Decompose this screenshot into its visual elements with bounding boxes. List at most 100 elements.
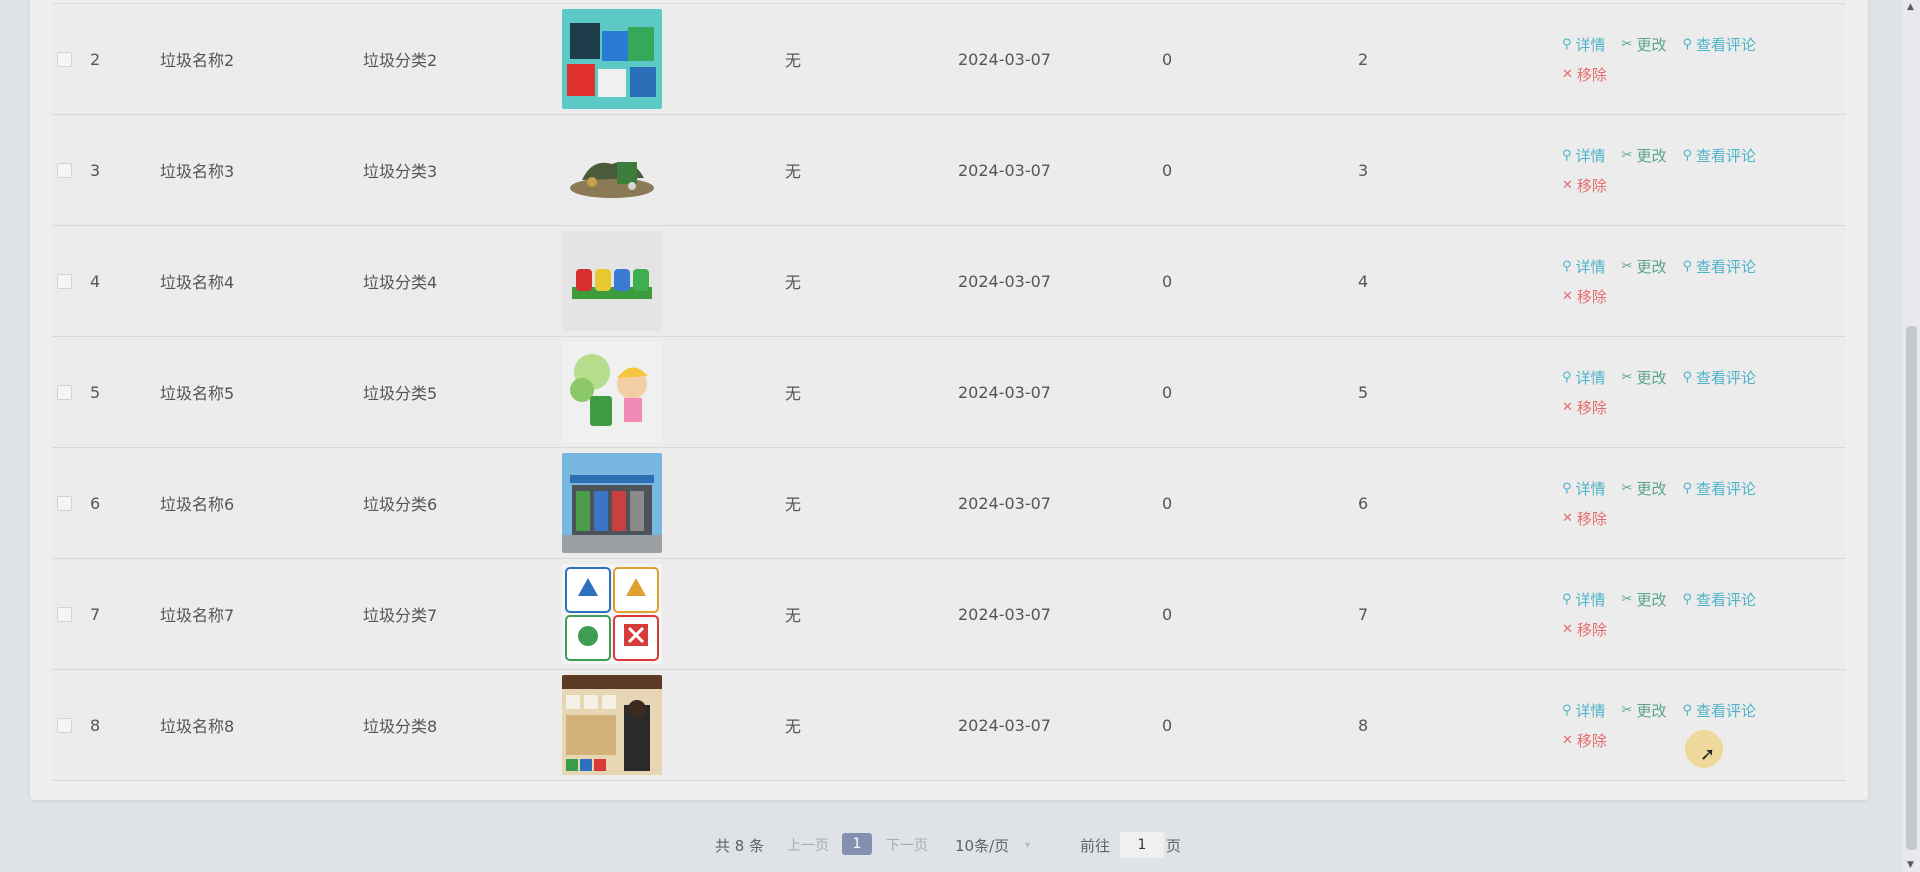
- row-remark: 无: [785, 51, 802, 70]
- edit-button[interactable]: ✂ 更改: [1622, 145, 1667, 166]
- comments-label: 查看评论: [1696, 368, 1757, 387]
- tools-icon: ✂: [1621, 369, 1633, 385]
- table-row: 8 垃圾名称8 垃圾分类8 无 2024-03-07 0 8 ⚲ 详情 ✂ 更改 ⚲…: [52, 670, 1846, 781]
- comments-label: 查看评论: [1696, 257, 1757, 276]
- row-checkbox-cell: [52, 448, 76, 558]
- search-icon: ⚲: [1682, 147, 1692, 163]
- view-comments-button[interactable]: ⚲ 查看评论: [1682, 589, 1756, 610]
- row-category: 垃圾分类5: [363, 384, 438, 403]
- vertical-scrollbar[interactable]: ▲ ▼: [1903, 0, 1920, 872]
- edit-button[interactable]: ✂ 更改: [1622, 34, 1667, 55]
- row-thumbnail[interactable]: [562, 9, 662, 109]
- mouse-pointer-icon: ➚: [1700, 744, 1716, 765]
- edit-button[interactable]: ✂ 更改: [1622, 589, 1667, 610]
- row-checkbox[interactable]: [56, 273, 72, 289]
- remove-button[interactable]: ✕ 移除: [1562, 730, 1607, 751]
- row-checkbox[interactable]: [56, 162, 72, 178]
- scroll-thumb[interactable]: [1906, 326, 1917, 850]
- detail-button[interactable]: ⚲ 详情: [1562, 700, 1606, 721]
- chevron-down-icon[interactable]: ▾: [1025, 840, 1030, 851]
- edit-button[interactable]: ✂ 更改: [1622, 367, 1667, 388]
- row-thumbnail[interactable]: [562, 675, 662, 775]
- search-icon: ⚲: [1562, 369, 1572, 385]
- remove-button[interactable]: ✕ 移除: [1562, 64, 1607, 85]
- view-comments-button[interactable]: ⚲ 查看评论: [1682, 367, 1756, 388]
- detail-button[interactable]: ⚲ 详情: [1562, 478, 1606, 499]
- row-actions: ⚲ 详情 ✂ 更改 ⚲ 查看评论 ✕ 移除: [1562, 559, 1822, 669]
- page-size-select[interactable]: 10条/页: [955, 835, 1009, 856]
- row-checkbox[interactable]: [56, 384, 72, 400]
- scroll-up-icon[interactable]: ▲: [1907, 2, 1914, 12]
- view-comments-button[interactable]: ⚲ 查看评论: [1682, 256, 1756, 277]
- view-comments-button[interactable]: ⚲ 查看评论: [1682, 34, 1756, 55]
- row-views: 0: [1162, 493, 1173, 513]
- remove-label: 移除: [1576, 398, 1607, 417]
- row-checkbox[interactable]: [56, 606, 72, 622]
- row-checkbox[interactable]: [56, 717, 72, 733]
- comments-label: 查看评论: [1696, 146, 1757, 165]
- remove-button[interactable]: ✕ 移除: [1562, 619, 1607, 640]
- row-checkbox[interactable]: [56, 51, 72, 67]
- remove-button[interactable]: ✕ 移除: [1562, 175, 1607, 196]
- tools-icon: ✂: [1621, 147, 1633, 163]
- row-image-cell: [561, 4, 663, 114]
- edit-label: 更改: [1636, 479, 1667, 498]
- detail-button[interactable]: ⚲ 详情: [1562, 589, 1606, 610]
- edit-button[interactable]: ✂ 更改: [1622, 478, 1667, 499]
- view-comments-button[interactable]: ⚲ 查看评论: [1682, 478, 1756, 499]
- row-id: 7: [90, 604, 101, 624]
- tools-icon: ✂: [1621, 591, 1633, 607]
- row-date: 2024-03-07: [958, 382, 1051, 402]
- row-date: 2024-03-07: [958, 604, 1051, 624]
- scroll-down-icon[interactable]: ▼: [1907, 860, 1914, 870]
- remove-button[interactable]: ✕ 移除: [1562, 397, 1607, 418]
- row-thumbnail[interactable]: [562, 231, 662, 331]
- row-actions: ⚲ 详情 ✂ 更改 ⚲ 查看评论 ✕ 移除: [1562, 4, 1822, 114]
- edit-button[interactable]: ✂ 更改: [1622, 700, 1667, 721]
- view-comments-button[interactable]: ⚲ 查看评论: [1682, 700, 1756, 721]
- row-category: 垃圾分类3: [363, 162, 438, 181]
- row-number: 5: [1358, 382, 1369, 402]
- close-icon: ✕: [1562, 177, 1573, 193]
- detail-label: 详情: [1575, 257, 1606, 276]
- remove-button[interactable]: ✕ 移除: [1562, 508, 1607, 529]
- prev-page-button[interactable]: 上一页: [787, 835, 829, 855]
- next-page-button[interactable]: 下一页: [886, 835, 928, 855]
- detail-button[interactable]: ⚲ 详情: [1562, 145, 1606, 166]
- row-views: 0: [1162, 382, 1173, 402]
- row-thumbnail[interactable]: [562, 120, 662, 220]
- goto-page-input[interactable]: [1120, 832, 1164, 858]
- row-views: 0: [1162, 271, 1173, 291]
- detail-button[interactable]: ⚲ 详情: [1562, 256, 1606, 277]
- view-comments-button[interactable]: ⚲ 查看评论: [1682, 145, 1756, 166]
- row-thumbnail[interactable]: [562, 342, 662, 442]
- detail-button[interactable]: ⚲ 详情: [1562, 367, 1606, 388]
- row-thumbnail[interactable]: [562, 453, 662, 553]
- comments-label: 查看评论: [1696, 35, 1757, 54]
- close-icon: ✕: [1562, 66, 1573, 82]
- row-id: 8: [90, 715, 101, 735]
- current-page-button[interactable]: 1: [842, 833, 872, 855]
- comments-label: 查看评论: [1696, 590, 1757, 609]
- row-category: 垃圾分类2: [363, 51, 438, 70]
- row-id: 6: [90, 493, 101, 513]
- edit-button[interactable]: ✂ 更改: [1622, 256, 1667, 277]
- close-icon: ✕: [1562, 732, 1573, 748]
- remove-button[interactable]: ✕ 移除: [1562, 286, 1607, 307]
- row-date: 2024-03-07: [958, 160, 1051, 180]
- row-number: 7: [1358, 604, 1369, 624]
- row-actions: ⚲ 详情 ✂ 更改 ⚲ 查看评论 ✕ 移除: [1562, 115, 1822, 225]
- row-image-cell: [561, 559, 663, 669]
- row-checkbox[interactable]: [56, 495, 72, 511]
- row-thumbnail[interactable]: [562, 564, 662, 664]
- row-actions: ⚲ 详情 ✂ 更改 ⚲ 查看评论 ✕ 移除: [1562, 226, 1822, 336]
- row-id: 4: [90, 271, 101, 291]
- table-row: 7 垃圾名称7 垃圾分类7 无 2024-03-07 0 7 ⚲ 详情 ✂ 更改 ⚲…: [52, 559, 1846, 670]
- search-icon: ⚲: [1682, 258, 1692, 274]
- table-row: 4 垃圾名称4 垃圾分类4 无 2024-03-07 0 4 ⚲ 详情 ✂ 更改 ⚲…: [52, 226, 1846, 337]
- row-number: 8: [1358, 715, 1369, 735]
- detail-button[interactable]: ⚲ 详情: [1562, 34, 1606, 55]
- tools-icon: ✂: [1621, 258, 1633, 274]
- row-remark: 无: [785, 495, 802, 514]
- row-name: 垃圾名称2: [160, 51, 235, 70]
